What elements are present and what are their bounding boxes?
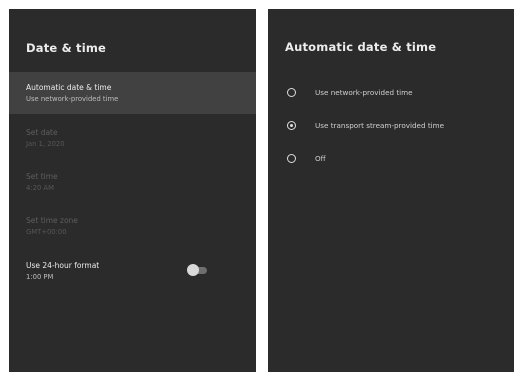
item-subtitle: 1:00 PM <box>26 273 54 281</box>
set-time-item: Set time 4:20 AM <box>9 161 256 203</box>
page-title: Date & time <box>26 41 107 55</box>
option-transport-stream-time[interactable]: Use transport stream-provided time <box>268 110 514 144</box>
set-time-zone-item: Set time zone GMT+00:00 <box>9 205 256 247</box>
set-date-item: Set date Jan 1, 2020 <box>9 117 256 159</box>
item-title: Set time zone <box>26 216 78 225</box>
automatic-date-time-panel: Automatic date & time Use network-provid… <box>268 9 514 372</box>
option-label: Use network-provided time <box>315 88 413 97</box>
item-subtitle: Jan 1, 2020 <box>26 140 65 148</box>
radio-unchecked-icon <box>287 154 296 163</box>
item-title: Automatic date & time <box>26 83 112 92</box>
item-title: Set date <box>26 128 58 137</box>
radio-dot <box>290 124 294 128</box>
item-title: Use 24-hour format <box>26 261 100 270</box>
radio-unchecked-icon <box>287 88 296 97</box>
use-24-hour-format-item[interactable]: Use 24-hour format 1:00 PM <box>9 250 256 292</box>
item-subtitle: GMT+00:00 <box>26 228 67 236</box>
item-title: Set time <box>26 172 58 181</box>
24-hour-toggle[interactable] <box>187 264 209 276</box>
option-label: Use transport stream-provided time <box>315 121 445 130</box>
option-network-time[interactable]: Use network-provided time <box>268 77 514 111</box>
option-off[interactable]: Off <box>268 143 514 177</box>
option-label: Off <box>315 154 326 163</box>
automatic-date-time-item[interactable]: Automatic date & time Use network-provid… <box>9 72 256 114</box>
toggle-knob <box>187 264 199 276</box>
page-title: Automatic date & time <box>285 40 437 54</box>
radio-checked-icon <box>287 121 296 130</box>
item-subtitle: 4:20 AM <box>26 184 54 192</box>
date-time-settings-panel: Date & time Automatic date & time Use ne… <box>9 9 256 372</box>
item-subtitle: Use network-provided time <box>26 95 119 103</box>
